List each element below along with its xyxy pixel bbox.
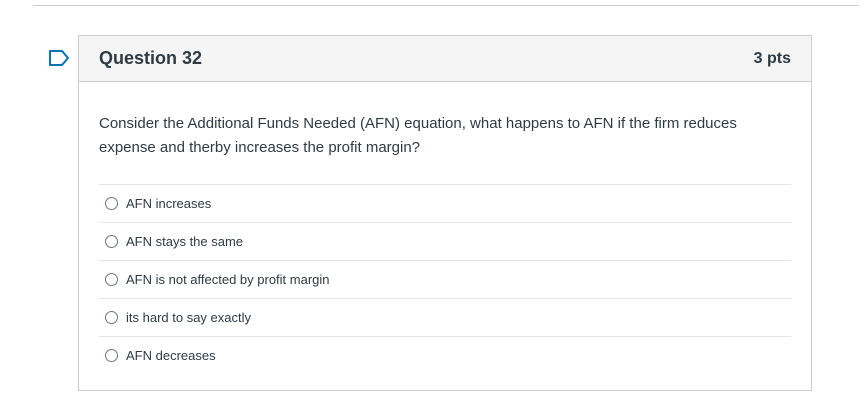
question-body: Consider the Additional Funds Needed (AF… bbox=[79, 82, 811, 374]
question-title: Question 32 bbox=[99, 48, 203, 68]
answer-option[interactable]: AFN is not affected by profit margin bbox=[99, 261, 791, 299]
radio-button[interactable] bbox=[105, 311, 118, 324]
radio-button[interactable] bbox=[105, 197, 118, 210]
flag-icon[interactable] bbox=[48, 49, 70, 67]
answer-option[interactable]: AFN decreases bbox=[99, 337, 791, 374]
answer-label: AFN increases bbox=[126, 196, 212, 211]
question-header: Question 32 3 pts bbox=[79, 36, 811, 82]
answer-list: AFN increases AFN stays the same AFN is … bbox=[99, 184, 791, 374]
answer-option[interactable]: its hard to say exactly bbox=[99, 299, 791, 337]
answer-label: AFN decreases bbox=[126, 348, 216, 363]
answer-label: AFN is not affected by profit margin bbox=[126, 272, 330, 287]
answer-option[interactable]: AFN increases bbox=[99, 185, 791, 223]
question-points: 3 pts bbox=[753, 49, 791, 67]
answer-label: its hard to say exactly bbox=[126, 310, 251, 325]
answer-label: AFN stays the same bbox=[126, 234, 244, 249]
radio-button[interactable] bbox=[105, 273, 118, 286]
question-card: Question 32 3 pts Consider the Additiona… bbox=[78, 35, 812, 391]
answer-option[interactable]: AFN stays the same bbox=[99, 223, 791, 261]
question-text: Consider the Additional Funds Needed (AF… bbox=[99, 115, 737, 156]
radio-button[interactable] bbox=[105, 235, 118, 248]
quiz-page: Question 32 3 pts Consider the Additiona… bbox=[0, 0, 866, 419]
radio-button[interactable] bbox=[105, 349, 118, 362]
top-divider bbox=[33, 5, 859, 6]
